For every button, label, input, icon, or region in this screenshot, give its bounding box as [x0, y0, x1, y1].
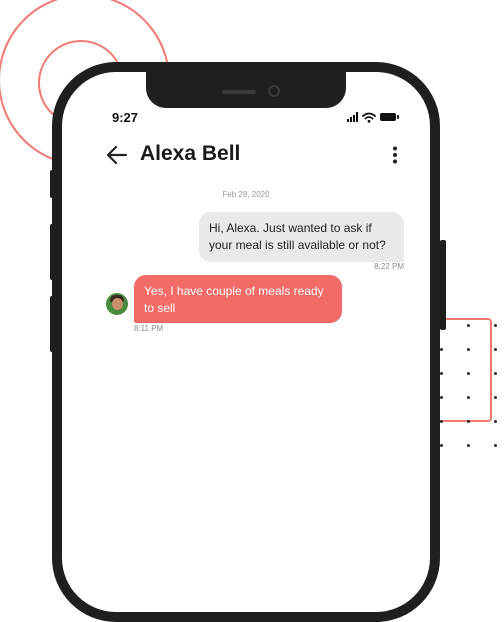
outgoing-message-bubble: Hi, Alexa. Just wanted to ask if your me…	[199, 212, 404, 262]
decorative-dot	[467, 348, 470, 351]
battery-icon	[380, 113, 399, 121]
decorative-dot	[440, 348, 443, 351]
decorative-dot	[467, 420, 470, 423]
decorative-dot	[494, 348, 497, 351]
decorative-dot	[494, 444, 497, 447]
decorative-dot	[467, 396, 470, 399]
conversation-date: Feb 28, 2020	[222, 190, 270, 199]
incoming-message-bubble: Yes, I have couple of meals ready to sel…	[134, 275, 342, 323]
outgoing-message-time: 8:22 PM	[374, 262, 404, 271]
more-options-icon[interactable]	[392, 146, 398, 164]
wifi-icon	[362, 112, 376, 123]
decorative-dot	[440, 420, 443, 423]
decorative-dot	[494, 324, 497, 327]
phone-power-button	[440, 240, 446, 330]
status-icons	[347, 110, 399, 124]
contact-name-title: Alexa Bell	[140, 142, 241, 165]
decorative-dot	[440, 396, 443, 399]
decorative-dot	[494, 396, 497, 399]
front-camera	[268, 85, 280, 97]
phone-frame: 9:27 Alexa Bell Feb 28, 2020 Hi, Alexa. …	[52, 62, 440, 622]
decorative-dot	[440, 372, 443, 375]
speaker-grille	[222, 90, 256, 94]
decorative-dot	[467, 372, 470, 375]
decorative-dot	[467, 324, 470, 327]
phone-notch	[146, 72, 346, 108]
decorative-dot	[467, 444, 470, 447]
avatar	[106, 293, 128, 315]
back-arrow-icon[interactable]	[106, 145, 128, 165]
decorative-dot	[494, 372, 497, 375]
decorative-dot	[440, 444, 443, 447]
incoming-message-time: 8:11 PM	[134, 324, 164, 333]
decorative-dot	[494, 420, 497, 423]
status-bar-time: 9:27	[112, 110, 139, 125]
phone-screen: 9:27 Alexa Bell Feb 28, 2020 Hi, Alexa. …	[62, 72, 430, 612]
signal-icon	[347, 112, 358, 122]
